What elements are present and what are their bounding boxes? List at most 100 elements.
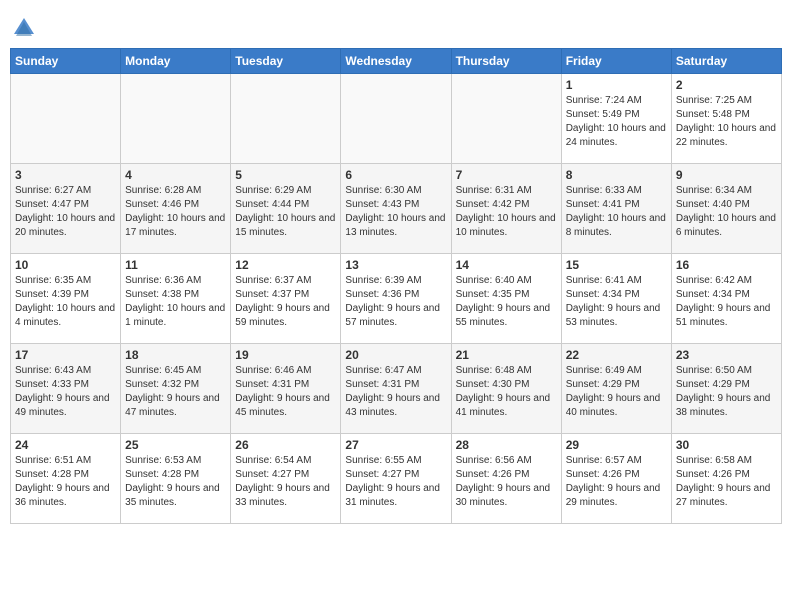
day-number: 8 (566, 168, 667, 182)
day-info: Sunrise: 6:45 AM Sunset: 4:32 PM Dayligh… (125, 364, 226, 420)
day-number: 7 (456, 168, 557, 182)
day-info: Sunrise: 6:34 AM Sunset: 4:40 PM Dayligh… (676, 184, 777, 240)
calendar-cell: 11 Sunrise: 6:36 AM Sunset: 4:38 PM Dayli… (121, 254, 231, 344)
day-number: 21 (456, 348, 557, 362)
day-number: 28 (456, 438, 557, 452)
weekday-header: Thursday (451, 49, 561, 74)
day-number: 25 (125, 438, 226, 452)
day-number: 19 (235, 348, 336, 362)
calendar-cell: 20 Sunrise: 6:47 AM Sunset: 4:31 PM Dayli… (341, 344, 451, 434)
calendar-cell: 25 Sunrise: 6:53 AM Sunset: 4:28 PM Dayli… (121, 434, 231, 524)
weekday-header: Tuesday (231, 49, 341, 74)
day-number: 30 (676, 438, 777, 452)
day-info: Sunrise: 6:51 AM Sunset: 4:28 PM Dayligh… (15, 454, 116, 510)
day-info: Sunrise: 7:24 AM Sunset: 5:49 PM Dayligh… (566, 94, 667, 150)
day-info: Sunrise: 6:49 AM Sunset: 4:29 PM Dayligh… (566, 364, 667, 420)
day-number: 3 (15, 168, 116, 182)
day-number: 29 (566, 438, 667, 452)
day-info: Sunrise: 6:36 AM Sunset: 4:38 PM Dayligh… (125, 274, 226, 330)
calendar-cell: 15 Sunrise: 6:41 AM Sunset: 4:34 PM Dayli… (561, 254, 671, 344)
calendar-cell: 6Sunrise: 6:30 AM Sunset: 4:43 PM Daylig… (341, 164, 451, 254)
day-number: 4 (125, 168, 226, 182)
calendar-cell: 13 Sunrise: 6:39 AM Sunset: 4:36 PM Dayli… (341, 254, 451, 344)
calendar-cell: 3 Sunrise: 6:27 AM Sunset: 4:47 PM Daylig… (11, 164, 121, 254)
calendar-cell: 10 Sunrise: 6:35 AM Sunset: 4:39 PM Dayli… (11, 254, 121, 344)
calendar-cell: 12Sunrise: 6:37 AM Sunset: 4:37 PM Dayli… (231, 254, 341, 344)
day-info: Sunrise: 6:37 AM Sunset: 4:37 PM Dayligh… (235, 274, 336, 330)
calendar-week-row: 24 Sunrise: 6:51 AM Sunset: 4:28 PM Dayli… (11, 434, 782, 524)
day-info: Sunrise: 6:30 AM Sunset: 4:43 PM Dayligh… (345, 184, 446, 240)
day-number: 5 (235, 168, 336, 182)
day-number: 27 (345, 438, 446, 452)
calendar-week-row: 10 Sunrise: 6:35 AM Sunset: 4:39 PM Dayli… (11, 254, 782, 344)
day-number: 9 (676, 168, 777, 182)
calendar-week-row: 3 Sunrise: 6:27 AM Sunset: 4:47 PM Daylig… (11, 164, 782, 254)
calendar-cell: 24 Sunrise: 6:51 AM Sunset: 4:28 PM Dayli… (11, 434, 121, 524)
calendar-cell: 17Sunrise: 6:43 AM Sunset: 4:33 PM Dayli… (11, 344, 121, 434)
day-info: Sunrise: 6:35 AM Sunset: 4:39 PM Dayligh… (15, 274, 116, 330)
calendar-cell: 5 Sunrise: 6:29 AM Sunset: 4:44 PM Daylig… (231, 164, 341, 254)
weekday-header: Monday (121, 49, 231, 74)
day-info: Sunrise: 6:53 AM Sunset: 4:28 PM Dayligh… (125, 454, 226, 510)
day-info: Sunrise: 6:56 AM Sunset: 4:26 PM Dayligh… (456, 454, 557, 510)
day-number: 1 (566, 78, 667, 92)
day-info: Sunrise: 6:29 AM Sunset: 4:44 PM Dayligh… (235, 184, 336, 240)
page-header (10, 10, 782, 42)
day-info: Sunrise: 6:41 AM Sunset: 4:34 PM Dayligh… (566, 274, 667, 330)
calendar-cell: 30 Sunrise: 6:58 AM Sunset: 4:26 PM Dayli… (671, 434, 781, 524)
day-number: 18 (125, 348, 226, 362)
day-info: Sunrise: 6:27 AM Sunset: 4:47 PM Dayligh… (15, 184, 116, 240)
day-info: Sunrise: 6:42 AM Sunset: 4:34 PM Dayligh… (676, 274, 777, 330)
day-number: 10 (15, 258, 116, 272)
day-info: Sunrise: 6:55 AM Sunset: 4:27 PM Dayligh… (345, 454, 446, 510)
calendar-week-row: 17Sunrise: 6:43 AM Sunset: 4:33 PM Dayli… (11, 344, 782, 434)
calendar-week-row: 1 Sunrise: 7:24 AM Sunset: 5:49 PM Daylig… (11, 74, 782, 164)
calendar-header: SundayMondayTuesdayWednesdayThursdayFrid… (11, 49, 782, 74)
calendar-cell: 29 Sunrise: 6:57 AM Sunset: 4:26 PM Dayli… (561, 434, 671, 524)
day-number: 16 (676, 258, 777, 272)
day-info: Sunrise: 7:25 AM Sunset: 5:48 PM Dayligh… (676, 94, 777, 150)
calendar-cell: 9 Sunrise: 6:34 AM Sunset: 4:40 PM Daylig… (671, 164, 781, 254)
weekday-header: Wednesday (341, 49, 451, 74)
calendar-cell: 27 Sunrise: 6:55 AM Sunset: 4:27 PM Dayli… (341, 434, 451, 524)
calendar-cell: 2 Sunrise: 7:25 AM Sunset: 5:48 PM Daylig… (671, 74, 781, 164)
day-number: 24 (15, 438, 116, 452)
day-info: Sunrise: 6:33 AM Sunset: 4:41 PM Dayligh… (566, 184, 667, 240)
calendar-cell (121, 74, 231, 164)
day-info: Sunrise: 6:50 AM Sunset: 4:29 PM Dayligh… (676, 364, 777, 420)
day-info: Sunrise: 6:58 AM Sunset: 4:26 PM Dayligh… (676, 454, 777, 510)
weekday-header: Sunday (11, 49, 121, 74)
day-number: 23 (676, 348, 777, 362)
calendar-cell (11, 74, 121, 164)
calendar-cell: 4 Sunrise: 6:28 AM Sunset: 4:46 PM Daylig… (121, 164, 231, 254)
day-number: 11 (125, 258, 226, 272)
day-number: 26 (235, 438, 336, 452)
day-info: Sunrise: 6:39 AM Sunset: 4:36 PM Dayligh… (345, 274, 446, 330)
calendar-cell: 18 Sunrise: 6:45 AM Sunset: 4:32 PM Dayli… (121, 344, 231, 434)
calendar-table: SundayMondayTuesdayWednesdayThursdayFrid… (10, 48, 782, 524)
logo (10, 14, 42, 42)
day-number: 20 (345, 348, 446, 362)
calendar-cell: 7 Sunrise: 6:31 AM Sunset: 4:42 PM Daylig… (451, 164, 561, 254)
calendar-cell: 14Sunrise: 6:40 AM Sunset: 4:35 PM Dayli… (451, 254, 561, 344)
day-number: 17 (15, 348, 116, 362)
day-number: 15 (566, 258, 667, 272)
day-info: Sunrise: 6:31 AM Sunset: 4:42 PM Dayligh… (456, 184, 557, 240)
calendar-cell: 23 Sunrise: 6:50 AM Sunset: 4:29 PM Dayli… (671, 344, 781, 434)
calendar-cell (231, 74, 341, 164)
day-info: Sunrise: 6:57 AM Sunset: 4:26 PM Dayligh… (566, 454, 667, 510)
day-info: Sunrise: 6:28 AM Sunset: 4:46 PM Dayligh… (125, 184, 226, 240)
day-number: 13 (345, 258, 446, 272)
calendar-cell: 28 Sunrise: 6:56 AM Sunset: 4:26 PM Dayli… (451, 434, 561, 524)
day-info: Sunrise: 6:48 AM Sunset: 4:30 PM Dayligh… (456, 364, 557, 420)
calendar-cell: 19Sunrise: 6:46 AM Sunset: 4:31 PM Dayli… (231, 344, 341, 434)
calendar-body: 1 Sunrise: 7:24 AM Sunset: 5:49 PM Daylig… (11, 74, 782, 524)
day-number: 22 (566, 348, 667, 362)
day-info: Sunrise: 6:47 AM Sunset: 4:31 PM Dayligh… (345, 364, 446, 420)
calendar-cell: 8 Sunrise: 6:33 AM Sunset: 4:41 PM Daylig… (561, 164, 671, 254)
calendar-cell (451, 74, 561, 164)
calendar-cell (341, 74, 451, 164)
day-number: 2 (676, 78, 777, 92)
day-info: Sunrise: 6:54 AM Sunset: 4:27 PM Dayligh… (235, 454, 336, 510)
calendar-cell: 22 Sunrise: 6:49 AM Sunset: 4:29 PM Dayli… (561, 344, 671, 434)
